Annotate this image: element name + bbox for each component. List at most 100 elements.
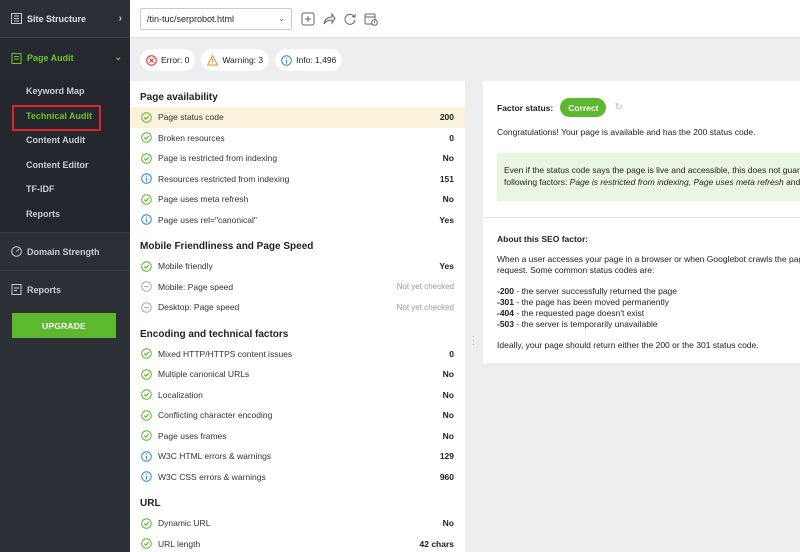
chevron-down-icon: ⌄	[114, 52, 122, 62]
info-note: Even if the status code says the page is…	[497, 153, 800, 201]
warning-count-pill[interactable]: Warning: 3	[201, 49, 270, 71]
sidebar-item-keyword-map[interactable]: Keyword Map	[0, 79, 130, 104]
factor-row[interactable]: Page status code 200	[130, 107, 465, 128]
sidebar-item-label: Site Structure	[27, 13, 87, 24]
share-icon[interactable]	[321, 11, 337, 27]
url-select[interactable]: /tin-tuc/serprobot.html ⌄	[140, 7, 292, 30]
factor-value: No	[442, 369, 454, 380]
factor-row[interactable]: Multiple canonical URLs No	[130, 364, 465, 385]
domain-strength-icon	[10, 246, 22, 258]
sidebar-item-technical-audit[interactable]: Technical Audit	[0, 104, 130, 130]
recommendation-text: Ideally, your page should return either …	[497, 340, 759, 350]
sidebar-item-page-audit[interactable]: Page Audit ⌄	[0, 38, 130, 78]
factor-value: 129	[439, 451, 454, 462]
grip-icon: · · ·	[472, 332, 475, 349]
factor-label: Conflicting character encoding	[158, 410, 273, 421]
sidebar-item-label: Reports	[27, 284, 62, 295]
factor-row[interactable]: Page is restricted from indexing No	[130, 148, 465, 169]
sidebar-item-tf-idf[interactable]: TF-IDF	[0, 177, 130, 202]
factor-label: W3C HTML errors & warnings	[158, 451, 272, 462]
factor-value: 960	[439, 471, 454, 482]
check-icon	[141, 193, 152, 205]
check-icon	[141, 152, 152, 164]
sidebar-item-reports[interactable]: Reports	[0, 270, 130, 308]
factor-value: 42 chars	[419, 538, 455, 549]
status-badge: Correct	[560, 98, 607, 117]
status-code-item: -503 - the server is temporarily unavail…	[497, 319, 658, 329]
not-checked-icon	[141, 301, 152, 313]
factor-label: Mixed HTTP/HTTPS content issues	[158, 348, 293, 359]
info-icon	[281, 54, 292, 66]
chevron-down-icon: ⌄	[278, 13, 285, 23]
factor-label: Page uses rel="canonical"	[158, 214, 257, 225]
error-count-pill[interactable]: Error: 0	[140, 49, 196, 71]
sidebar-item-content-audit[interactable]: Content Audit	[0, 128, 130, 153]
reports-icon	[10, 284, 22, 296]
sidebar-item-label: Domain Strength	[27, 246, 100, 257]
error-icon	[146, 54, 157, 66]
factor-row[interactable]: Page uses meta refresh No	[130, 189, 465, 210]
status-code-item: -404 - the requested page doesn't exist	[497, 308, 645, 318]
check-icon	[141, 348, 152, 360]
group-title: Encoding and technical factors	[140, 328, 289, 340]
factor-row[interactable]: Broken resources 0	[130, 128, 465, 149]
factor-value: 0	[449, 132, 454, 143]
factor-value: No	[442, 389, 454, 400]
factor-label: Page uses frames	[158, 430, 227, 441]
recheck-icon[interactable]: ↻	[614, 102, 622, 113]
factor-label: Broken resources	[158, 132, 225, 143]
factor-label: Desktop: Page speed	[158, 302, 240, 313]
factor-label: Mobile: Page speed	[158, 281, 234, 292]
about-title: About this SEO factor:	[497, 234, 589, 244]
factor-row[interactable]: Desktop: Page speed Not yet checked	[130, 297, 465, 318]
factor-value: Not yet checked	[396, 302, 454, 312]
about-text: When a user accesses your page in a brow…	[497, 254, 800, 275]
status-code-list: -200 - the server successfully returned …	[483, 276, 800, 330]
sidebar-item-site-structure[interactable]: Site Structure ›	[0, 0, 130, 38]
factor-row[interactable]: Resources restricted from indexing 151	[130, 169, 465, 190]
panel-resize-handle[interactable]: · · ·	[465, 81, 483, 552]
not-checked-icon	[141, 281, 152, 293]
note-line: following factors: Page is restricted fr…	[504, 177, 800, 187]
check-icon	[141, 368, 152, 380]
factor-row[interactable]: URL length 42 chars	[130, 534, 465, 552]
group-title: Mobile Friendliness and Page Speed	[140, 241, 314, 252]
issues-summary: Error: 0 Warning: 3 Info: 1,496	[130, 39, 800, 81]
status-message: Congratulations! Your page is available …	[497, 127, 756, 137]
info-count-pill[interactable]: Info: 1,496	[275, 49, 343, 71]
factor-row[interactable]: Mixed HTTP/HTTPS content issues 0	[130, 344, 465, 365]
sidebar-item-content-editor[interactable]: Content Editor	[0, 153, 130, 178]
sidebar: Site Structure › Page Audit ⌄ Keyword Ma…	[0, 0, 130, 552]
factor-value: Yes	[439, 261, 454, 272]
factor-row[interactable]: Page uses rel="canonical" Yes	[130, 210, 465, 231]
info-count: Info: 1,496	[296, 55, 337, 65]
factor-value: Yes	[439, 214, 454, 225]
check-icon	[141, 111, 152, 123]
warning-count: Warning: 3	[222, 55, 264, 65]
factor-list: Page availability Page status code 200 Br…	[130, 81, 465, 552]
refresh-icon[interactable]	[342, 11, 358, 27]
factor-label: URL length	[158, 538, 201, 549]
upgrade-button[interactable]: UPGRADE	[12, 313, 116, 338]
factor-row[interactable]: Dynamic URL No	[130, 513, 465, 534]
factor-row[interactable]: Page uses frames No	[130, 426, 465, 447]
factor-value: No	[442, 194, 454, 205]
factor-value: 0	[449, 348, 454, 359]
info-icon	[141, 450, 152, 462]
add-page-icon[interactable]	[300, 11, 316, 27]
factor-label: Resources restricted from indexing	[158, 173, 290, 184]
sidebar-item-page-audit-reports[interactable]: Reports	[0, 202, 130, 227]
factor-row[interactable]: W3C HTML errors & warnings 129	[130, 446, 465, 467]
check-icon	[141, 132, 152, 144]
factor-label: W3C CSS errors & warnings	[158, 471, 266, 482]
schedule-icon[interactable]	[363, 11, 379, 27]
factor-row[interactable]: Localization No	[130, 385, 465, 406]
details-empty-area	[483, 363, 800, 552]
sidebar-item-domain-strength[interactable]: Domain Strength	[0, 232, 130, 270]
factor-row[interactable]: W3C CSS errors & warnings 960	[130, 467, 465, 488]
url-select-value: /tin-tuc/serprobot.html	[147, 13, 235, 24]
factor-row[interactable]: Conflicting character encoding No	[130, 405, 465, 426]
factor-value: 151	[439, 173, 454, 184]
factor-row[interactable]: Mobile: Page speed Not yet checked	[130, 277, 465, 298]
factor-row[interactable]: Mobile friendly Yes	[130, 256, 465, 277]
